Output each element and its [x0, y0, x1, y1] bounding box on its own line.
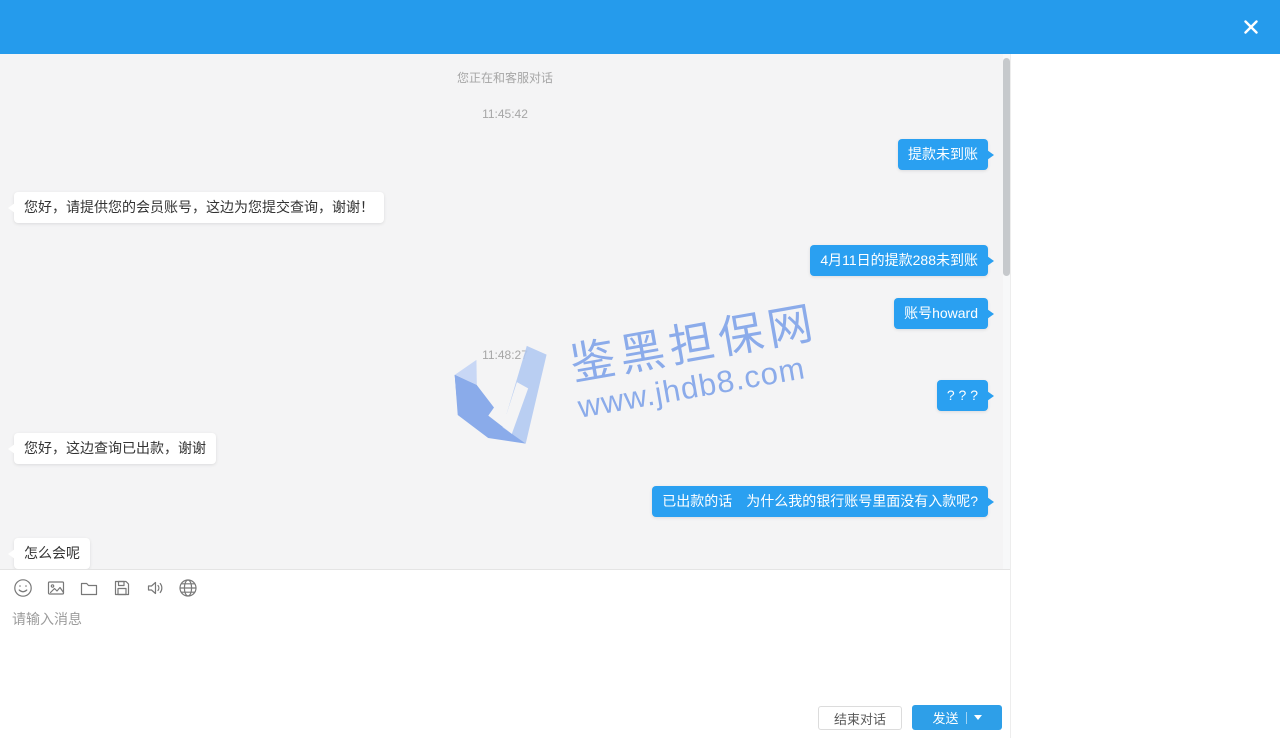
agent-message-bubble: 怎么会呢	[14, 538, 90, 569]
right-side-panel	[1010, 54, 1280, 738]
agent-message-bubble: 您好，这边查询已出款，谢谢	[14, 433, 216, 464]
timestamp: 11:45:42	[482, 106, 528, 122]
chat-column: 您正在和客服对话 11:45:42 提款未到账 您好，请提供您的会员账号，这边为…	[0, 54, 1010, 738]
message-input[interactable]	[10, 607, 994, 681]
agent-message-bubble: 您好，请提供您的会员账号，这边为您提交查询，谢谢！	[14, 192, 384, 223]
close-button[interactable]	[1238, 14, 1264, 40]
scrollbar-thumb[interactable]	[1003, 58, 1010, 276]
chat-window: 您正在和客服对话 11:45:42 提款未到账 您好，请提供您的会员账号，这边为…	[0, 0, 1280, 738]
visitor-message-bubble: ? ? ?	[937, 380, 988, 411]
timestamp: 11:48:27	[482, 347, 528, 363]
folder-icon[interactable]	[79, 578, 99, 598]
close-icon	[1244, 20, 1258, 34]
message-list: 您正在和客服对话 11:45:42 提款未到账 您好，请提供您的会员账号，这边为…	[0, 54, 1010, 569]
visitor-message-bubble: 4月11日的提款288未到账	[810, 245, 988, 276]
image-icon[interactable]	[46, 578, 66, 598]
globe-icon[interactable]	[178, 578, 198, 598]
send-divider	[966, 712, 967, 724]
composer-panel: 结束对话 发送	[0, 569, 1010, 738]
send-label: 发送	[932, 708, 958, 727]
chevron-down-icon[interactable]	[974, 715, 982, 720]
save-icon[interactable]	[112, 578, 132, 598]
chat-status-text: 您正在和客服对话	[457, 70, 553, 86]
speaker-icon[interactable]	[145, 578, 165, 598]
visitor-message-bubble: 提款未到账	[898, 139, 988, 170]
visitor-message-bubble: 已出款的话 为什么我的银行账号里面没有入款呢?	[652, 486, 988, 517]
send-button[interactable]: 发送	[912, 705, 1002, 730]
emoji-icon[interactable]	[13, 578, 33, 598]
title-bar	[0, 0, 1280, 54]
visitor-message-bubble: 账号howard	[894, 298, 988, 329]
end-chat-button[interactable]: 结束对话	[818, 706, 902, 730]
composer-toolbar	[0, 570, 1010, 598]
end-chat-label: 结束对话	[834, 709, 886, 728]
scrollbar-track[interactable]	[1003, 54, 1010, 569]
